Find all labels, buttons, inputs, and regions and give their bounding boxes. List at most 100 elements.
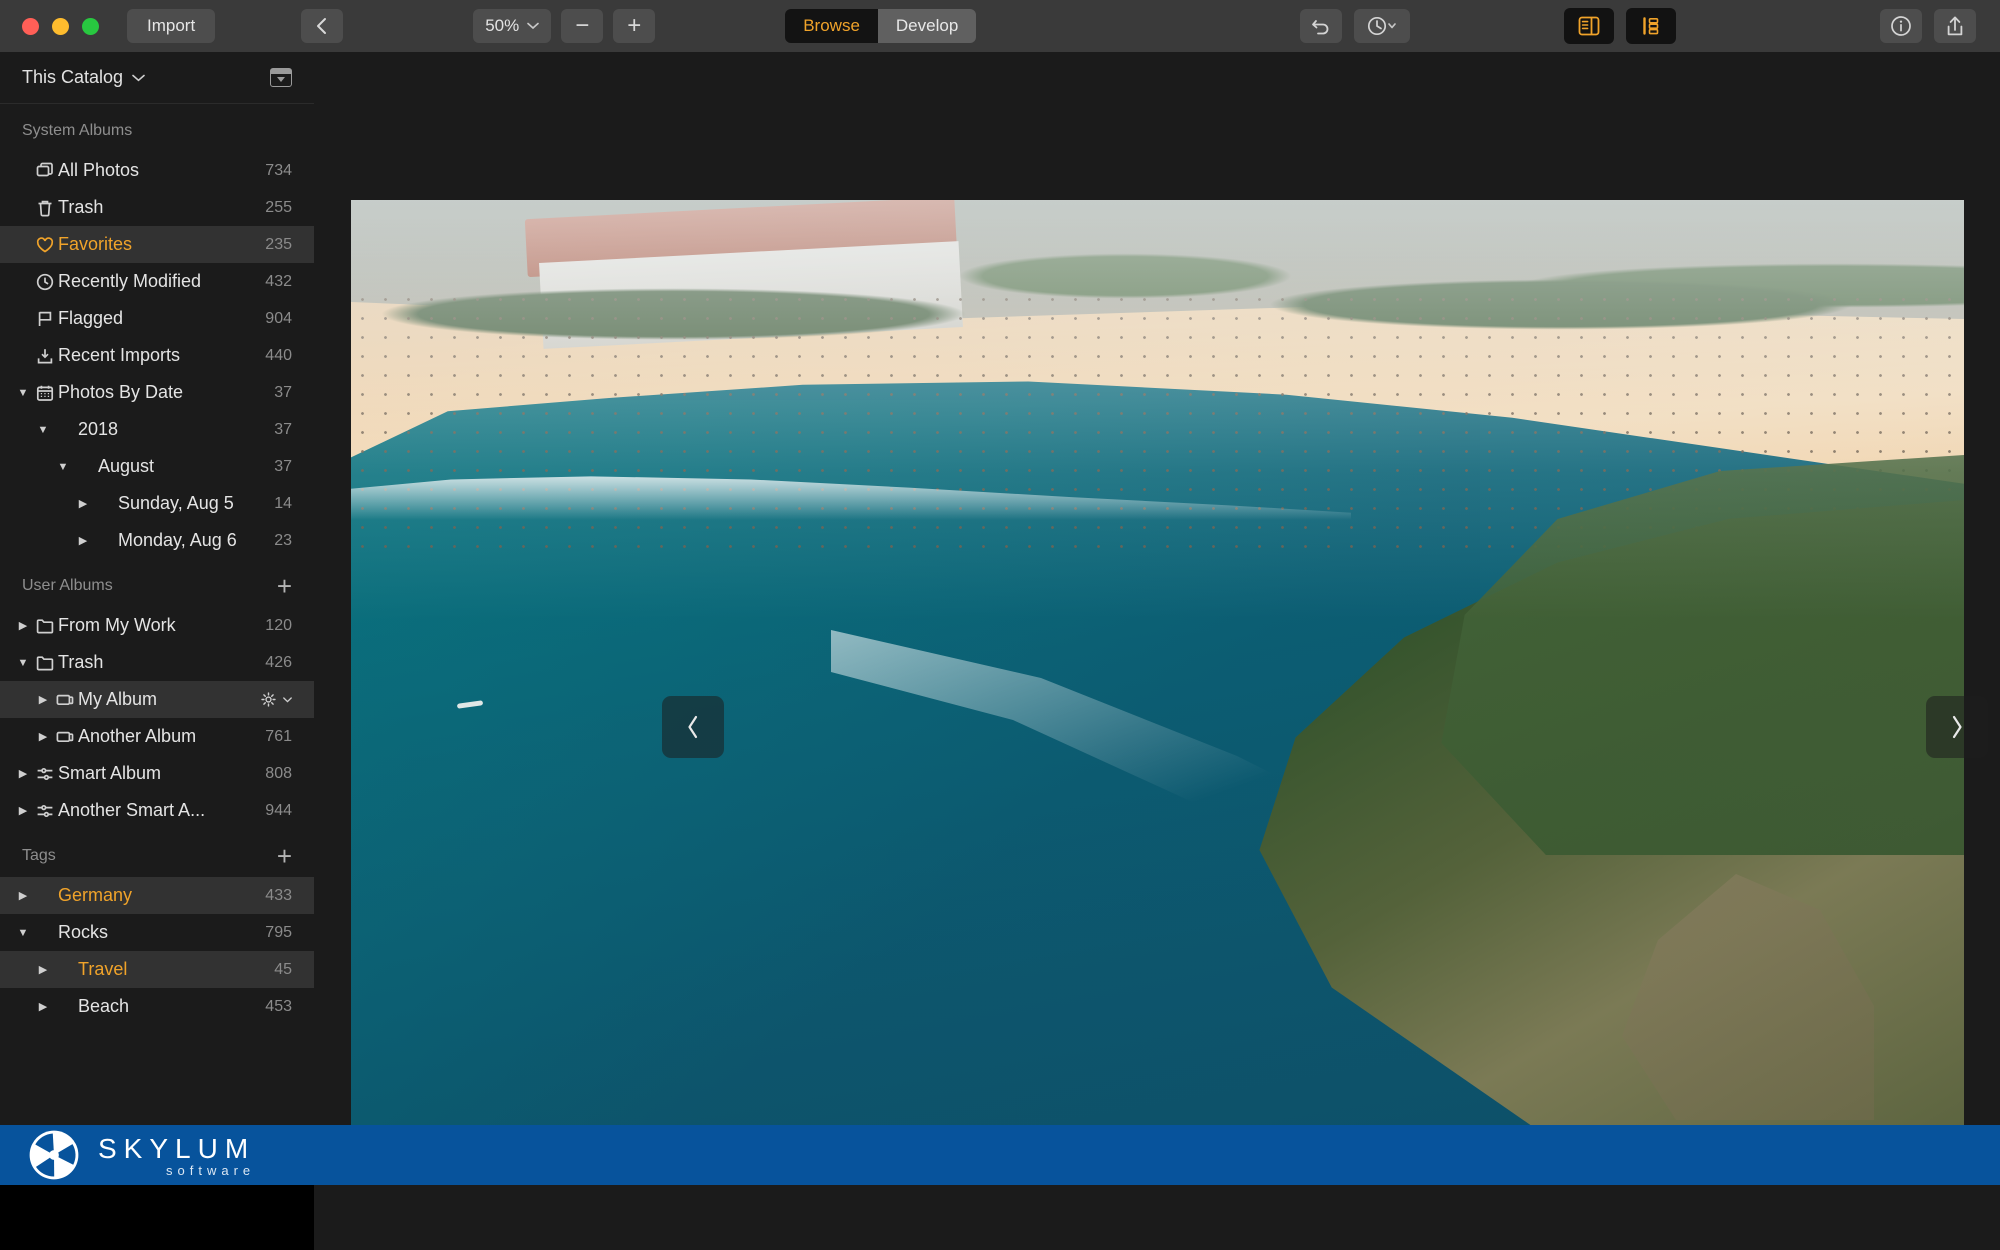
sidebar-item-label: Monday, Aug 6 — [118, 530, 237, 550]
right-panel-icon — [1643, 17, 1659, 35]
catalog-selector[interactable]: This Catalog — [22, 67, 145, 88]
heart-icon — [36, 236, 54, 252]
sidebar-item-sunday-aug-5[interactable]: ▶ Sunday, Aug 5 14 — [0, 485, 314, 522]
sidebar-item-count: 426 — [265, 653, 292, 671]
mode-switch: Browse Develop — [785, 9, 977, 43]
catalog-panel-icon[interactable] — [270, 68, 292, 87]
twisty-icon[interactable]: ▶ — [34, 1000, 52, 1013]
sidebar-item-another-album[interactable]: ▶ Another Album 761 — [0, 718, 314, 755]
add-tags-button[interactable]: + — [277, 843, 292, 869]
sidebar-section-header: Tags + — [0, 835, 314, 877]
sidebar-item-count: 433 — [265, 886, 292, 904]
sidebar-item-rocks[interactable]: ▼ Rocks 795 — [0, 914, 314, 951]
sidebar-item-another-smart-a[interactable]: ▶ Another Smart A... 944 — [0, 792, 314, 829]
sidebar-item-label: Germany — [58, 885, 133, 905]
twisty-icon[interactable]: ▶ — [34, 693, 52, 706]
sidebar-item-label: Beach — [78, 996, 130, 1016]
sidebar-item-recent-imports[interactable]: Recent Imports 440 — [0, 337, 314, 374]
catalog-header: This Catalog — [0, 52, 314, 104]
twisty-icon[interactable]: ▶ — [14, 804, 32, 817]
sidebar-item-monday-aug-6[interactable]: ▶ Monday, Aug 6 23 — [0, 522, 314, 559]
sidebar-item-count: 440 — [265, 346, 292, 364]
zoom-level-select[interactable]: 50% — [473, 9, 552, 43]
next-photo-button[interactable] — [1926, 696, 1988, 758]
tab-browse[interactable]: Browse — [785, 9, 878, 43]
sidebar-item-all-photos[interactable]: All Photos 734 — [0, 152, 314, 189]
catalog-label: This Catalog — [22, 67, 124, 87]
sidebar-item-count: 944 — [265, 801, 292, 819]
album-options-button[interactable] — [260, 691, 292, 708]
tab-develop[interactable]: Develop — [877, 9, 977, 43]
folder-icon — [36, 618, 54, 633]
sidebar-item-label: Trash — [58, 197, 104, 217]
sidebar-item-beach[interactable]: ▶ Beach 453 — [0, 988, 314, 1025]
right-panel-toggle[interactable] — [1626, 8, 1676, 44]
info-button[interactable] — [1880, 9, 1922, 43]
zoom-controls: 50% − + — [473, 9, 656, 43]
back-button[interactable] — [301, 9, 344, 43]
gear-icon — [261, 692, 276, 707]
trash-icon — [32, 198, 58, 218]
previous-photo-button[interactable] — [662, 696, 724, 758]
add-user-albums-button[interactable]: + — [277, 573, 292, 599]
brand-footer: SKYLUM software — [0, 1125, 2000, 1185]
calendar-icon — [36, 385, 54, 401]
twisty-icon[interactable]: ▶ — [34, 730, 52, 743]
share-icon — [1947, 16, 1963, 36]
sidebar-item-germany[interactable]: ▶ Germany 433 — [0, 877, 314, 914]
twisty-icon[interactable]: ▶ — [34, 963, 52, 976]
heart-icon — [32, 235, 58, 255]
share-button[interactable] — [1934, 9, 1976, 43]
twisty-icon[interactable]: ▶ — [74, 534, 92, 547]
sidebar-item-count: 904 — [265, 309, 292, 327]
sidebar-item-travel[interactable]: ▶ Travel 45 — [0, 951, 314, 988]
sidebar-item-count: 235 — [265, 235, 292, 253]
twisty-icon[interactable]: ▶ — [14, 619, 32, 632]
sidebar-item-flagged[interactable]: Flagged 904 — [0, 300, 314, 337]
close-button[interactable] — [22, 17, 39, 35]
sidebar-item-trash[interactable]: ▼ Trash 426 — [0, 644, 314, 681]
sidebar-item-label: Flagged — [58, 308, 124, 328]
sidebar-item-2018[interactable]: ▼ 2018 37 — [0, 411, 314, 448]
sidebar-item-favorites[interactable]: Favorites 235 — [0, 226, 314, 263]
sidebar-item-label: Another Smart A... — [58, 800, 206, 820]
sidebar-section-title: Tags — [22, 847, 56, 864]
twisty-icon[interactable]: ▼ — [34, 424, 52, 436]
sidebar-item-label: Sunday, Aug 5 — [118, 493, 234, 513]
twisty-icon[interactable]: ▶ — [74, 497, 92, 510]
maximize-button[interactable] — [82, 17, 99, 35]
album-icon — [56, 694, 74, 705]
sidebar: This Catalog System Albums All Photos 734… — [0, 52, 314, 1125]
sidebar-item-august[interactable]: ▼ August 37 — [0, 448, 314, 485]
photo-image — [351, 200, 1964, 1125]
sidebar-item-recently-modified[interactable]: Recently Modified 432 — [0, 263, 314, 300]
zoom-in-button[interactable]: + — [613, 9, 656, 43]
left-panel-toggle[interactable] — [1564, 8, 1614, 44]
chevron-down-icon — [527, 22, 540, 30]
twisty-icon[interactable]: ▼ — [14, 657, 32, 669]
minimize-button[interactable] — [52, 17, 69, 35]
sidebar-item-label: Favorites — [58, 234, 133, 254]
sidebar-item-count: 37 — [274, 420, 292, 438]
sidebar-item-my-album[interactable]: ▶ My Album — [0, 681, 314, 718]
history-button[interactable] — [1354, 9, 1410, 43]
sidebar-item-photos-by-date[interactable]: ▼ Photos By Date 37 — [0, 374, 314, 411]
import-button[interactable]: Import — [127, 9, 216, 43]
sidebar-item-trash[interactable]: Trash 255 — [0, 189, 314, 226]
undo-button[interactable] — [1300, 9, 1342, 43]
sidebar-item-from-my-work[interactable]: ▶ From My Work 120 — [0, 607, 314, 644]
twisty-icon[interactable]: ▶ — [14, 767, 32, 780]
twisty-icon[interactable]: ▼ — [14, 387, 32, 399]
chevron-down-icon — [283, 696, 292, 703]
photo-canvas[interactable] — [351, 200, 1964, 1125]
sidebar-section-title: User Albums — [22, 577, 113, 594]
twisty-icon[interactable]: ▶ — [14, 889, 32, 902]
sidebar-item-count: 808 — [265, 764, 292, 782]
clock-icon — [32, 272, 58, 292]
sidebar-item-smart-album[interactable]: ▶ Smart Album 808 — [0, 755, 314, 792]
folder-icon — [32, 653, 58, 673]
zoom-out-button[interactable]: − — [561, 9, 604, 43]
brand-name: SKYLUM — [98, 1132, 256, 1164]
twisty-icon[interactable]: ▼ — [14, 927, 32, 939]
twisty-icon[interactable]: ▼ — [54, 461, 72, 473]
